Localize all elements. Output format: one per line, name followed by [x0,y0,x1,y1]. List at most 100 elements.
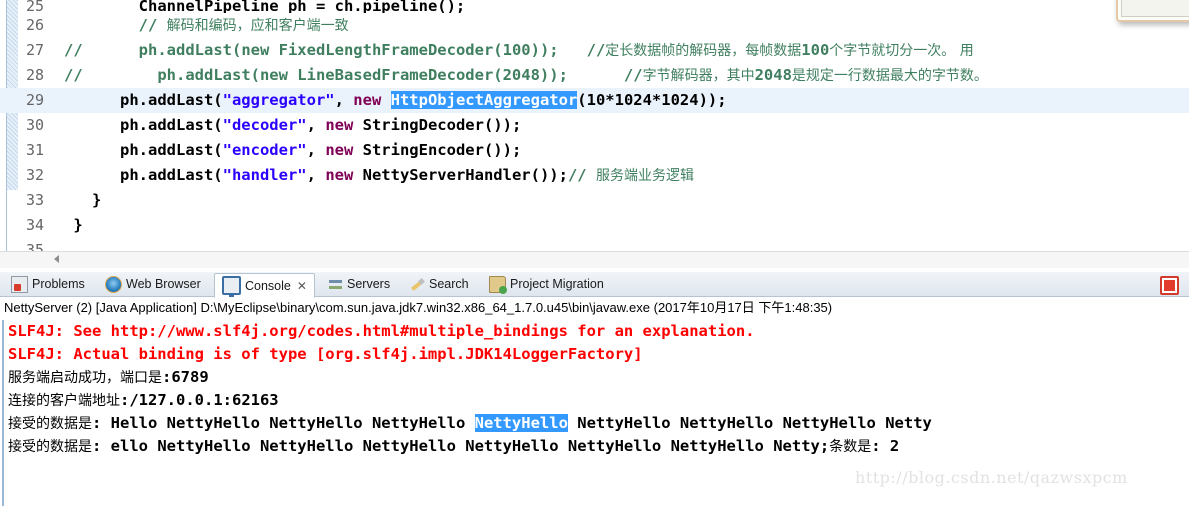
code-line-32[interactable]: 32 ph.addLast("handler", new NettyServer… [0,163,1189,188]
code-token: 定长数据帧的解码器，每帧数据 [605,43,802,59]
code-line-text: // ph.addLast(new FixedLengthFrameDecode… [64,38,974,64]
code-token: 个字节就切分一次。 用 [829,43,974,59]
code-token: new [325,116,354,134]
console-error-text: SLF4J: Actual binding is of type [org.sl… [8,345,643,363]
tab-problems[interactable]: Problems [4,273,92,295]
tab-servers[interactable]: Servers [321,273,397,295]
console-text-run: NettyHello [474,414,568,432]
hover-window-body [1121,0,1189,17]
code-token: (10*1024*1024)); [577,91,727,109]
console-text-run: 接受的数据是 [8,416,92,432]
code-line-27[interactable]: 27 // ph.addLast(new FixedLengthFrameDeco… [0,38,1189,63]
tab-label: Console [245,278,291,293]
terminate-button[interactable] [1160,276,1179,295]
code-line-text: ChannelPipeline ph = ch.pipeline(); [64,0,466,13]
launch-configuration-line: NettyServer (2) [Java Application] D:\My… [0,297,1189,320]
console-icon [222,276,241,297]
comment-marker: // [64,66,83,84]
editor-code-area[interactable]: 25 ChannelPipeline ph = ch.pipeline(); 26… [0,0,1189,259]
code-token: ChannelPipeline ph = ch.pipeline(); [138,0,466,13]
close-icon[interactable]: ✕ [297,279,307,293]
comment-marker: // [64,41,83,59]
console-line: SLF4J: Actual binding is of type [org.sl… [8,343,1189,366]
line-number: 31 [25,141,44,159]
line-number: 26 [25,16,44,34]
console-text-run: :/127.0.0.1:62163 [120,391,279,409]
code-line-30[interactable]: 30 ph.addLast("decoder", new StringDecod… [0,113,1189,138]
tab-label: Web Browser [126,277,201,291]
code-token: 字节解码器，其中 [642,68,755,84]
console-text-run: NettyHello NettyHello NettyHello Netty [567,414,932,432]
code-token: ph.addLast( [64,166,223,184]
code-token: StringDecoder()); [353,116,522,134]
code-editor[interactable]: 25 ChannelPipeline ph = ch.pipeline(); 26… [0,0,1189,270]
code-line-25[interactable]: 25 ChannelPipeline ph = ch.pipeline(); [0,0,1189,13]
code-token: 服务端业务逻辑 [595,168,694,184]
code-token: // [138,16,167,34]
watermark-text: http://blog.csdn.net/qazwsxpcm [855,468,1128,487]
console-line: 服务端启动成功，端口是:6789 [8,366,1189,389]
code-line-31[interactable]: 31 ph.addLast("encoder", new StringEncod… [0,138,1189,163]
code-line-33[interactable]: 33 } [0,188,1189,213]
servers-icon [328,277,343,292]
code-token: ph.addLast(new LineBasedFrameDecoder(204… [157,66,624,84]
tab-label: Problems [32,277,85,291]
code-token: // [567,166,596,184]
line-number: 27 [25,41,44,59]
tab-label: Servers [347,277,391,291]
code-token: ph.addLast( [64,116,223,134]
tab-label: Search [429,277,469,291]
floating-hover-window [1116,0,1189,22]
tab-console[interactable]: Console ✕ [214,273,315,298]
tab-project-migration[interactable]: Project Migration [482,273,611,295]
code-token: new [325,166,354,184]
code-token: "decoder" [222,116,307,134]
code-token: new [325,141,354,159]
code-token: "handler" [222,166,307,184]
code-token: // [623,66,643,84]
code-line-26[interactable]: 26 // 解码和编码，应和客户端一致 [0,13,1189,38]
code-token: , [306,166,326,184]
tab-label: Project Migration [510,277,604,291]
code-token: , [306,141,326,159]
console-text-run: 服务端启动成功，端口是 [8,370,162,386]
code-line-29[interactable]: 29 ph.addLast("aggregator", new HttpObje… [0,88,1189,113]
code-token: // [586,41,606,59]
code-token: 是规定一行数据最大的字节数。 [791,68,988,84]
code-token: , [306,116,326,134]
migration-icon [489,275,507,294]
console-line: 接受的数据是: Hello NettyHello NettyHello Nett… [8,412,1189,435]
code-token: 解码和编码，应和客户端一致 [166,18,349,34]
console-line: SLF4J: See http://www.slf4j.org/codes.ht… [8,320,1189,343]
editor-scroll-track[interactable] [0,252,1189,268]
console-error-text: SLF4J: See http://www.slf4j.org/codes.ht… [8,322,755,340]
code-token: new [353,91,382,109]
editor-horizontal-scrollbar[interactable] [0,251,1189,268]
tab-web-browser[interactable]: Web Browser [98,273,208,295]
code-token: 2048 [754,66,792,84]
tab-search[interactable]: Search [403,273,476,295]
line-number: 32 [25,166,44,184]
code-line-28[interactable]: 28 // ph.addLast(new LineBasedFrameDecode… [0,63,1189,88]
code-line-text: ph.addLast("handler", new NettyServerHan… [64,163,694,189]
code-line-34[interactable]: 34 } [0,213,1189,238]
line-number: 28 [25,66,44,84]
web-browser-icon [105,275,122,293]
code-token: 100 [801,41,830,59]
code-line-text: // 解码和编码，应和客户端一致 [64,13,349,39]
problems-icon [11,275,28,293]
search-icon [410,277,425,292]
code-token: , [334,91,354,109]
view-tab-bar[interactable]: Problems Web Browser Console ✕ Servers Search… [0,272,1189,298]
code-line-text: ph.addLast("encoder", new StringEncoder(… [64,138,521,163]
scroll-left-arrow-icon[interactable] [54,255,59,263]
code-token: ph.addLast( [64,91,223,109]
code-token: StringEncoder()); [353,141,522,159]
console-text-run: :6789 [162,368,209,386]
console-text-run: : 2 [871,437,900,455]
